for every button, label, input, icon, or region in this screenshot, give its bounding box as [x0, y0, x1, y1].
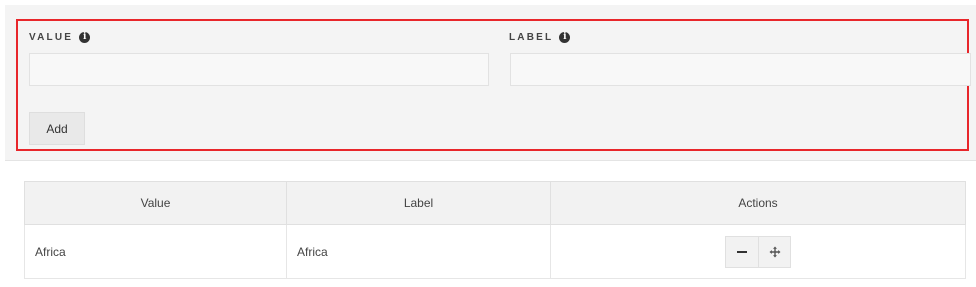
option-form-panel: VALUE i LABEL i Add — [5, 5, 976, 161]
row-actions-group — [725, 235, 791, 268]
value-field-label: VALUE i — [29, 32, 91, 43]
table-header-row: Value Label Actions — [24, 181, 966, 225]
minus-icon — [737, 250, 747, 253]
info-icon[interactable]: i — [559, 32, 571, 43]
highlighted-form-region: VALUE i LABEL i Add — [16, 19, 971, 151]
options-table-container: Value Label Actions Africa Africa — [24, 181, 966, 279]
remove-row-button[interactable] — [726, 236, 758, 267]
cell-label: Africa — [286, 224, 551, 279]
cell-value: Africa — [24, 224, 287, 279]
column-header-value: Value — [24, 181, 287, 225]
table-row: Africa Africa — [24, 224, 966, 279]
label-label-text: LABEL — [509, 32, 554, 43]
column-header-label: Label — [286, 181, 551, 225]
value-label-text: VALUE — [29, 32, 74, 43]
label-input[interactable] — [510, 53, 971, 86]
options-table: Value Label Actions Africa Africa — [24, 181, 966, 279]
move-icon — [769, 246, 780, 257]
cell-actions — [550, 224, 966, 279]
column-header-actions: Actions — [550, 181, 966, 225]
value-input[interactable] — [29, 53, 489, 86]
label-field-label: LABEL i — [509, 32, 571, 43]
move-row-button[interactable] — [758, 236, 790, 267]
info-icon[interactable]: i — [79, 32, 91, 43]
add-button[interactable]: Add — [29, 112, 85, 145]
